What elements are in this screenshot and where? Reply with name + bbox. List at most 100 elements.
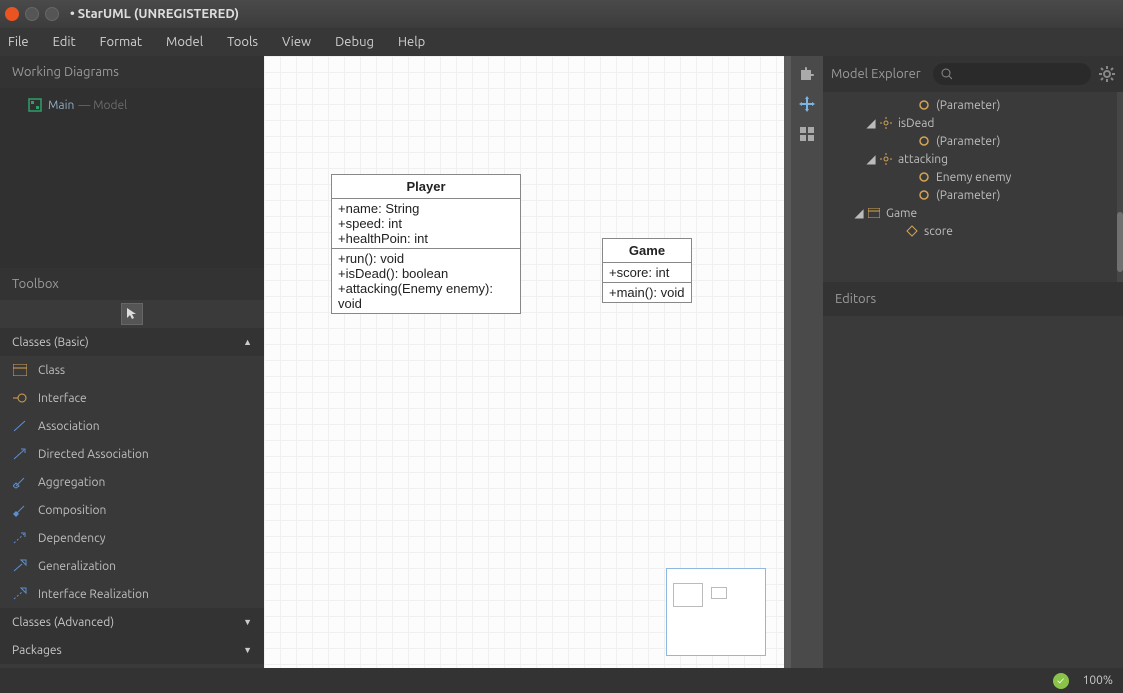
tree-label: attacking xyxy=(898,153,948,166)
tree-node-icon xyxy=(905,224,919,238)
diagram-canvas[interactable]: Player +name: String +speed: int +health… xyxy=(264,56,784,668)
titlebar: • StarUML (UNREGISTERED) xyxy=(0,0,1123,28)
toolbox-section-basic[interactable]: Classes (Basic) ▲ xyxy=(0,328,264,356)
uml-attributes: +name: String +speed: int +healthPoin: i… xyxy=(332,199,520,249)
tree-label: (Parameter) xyxy=(936,189,1000,202)
toolbox-header: Toolbox xyxy=(0,268,264,300)
zoom-level[interactable]: 100% xyxy=(1083,674,1113,687)
status-ok-icon[interactable]: ✓ xyxy=(1053,673,1069,689)
tree-node-icon xyxy=(917,188,931,202)
tree-row[interactable]: ◢ attacking xyxy=(823,150,1123,168)
minimap-shape xyxy=(673,583,703,607)
interface-realization-icon xyxy=(12,586,28,602)
cursor-tool[interactable] xyxy=(121,303,143,325)
tree-label: score xyxy=(924,225,953,238)
toolbox-section-advanced[interactable]: Classes (Advanced) ▼ xyxy=(0,608,264,636)
search-input[interactable] xyxy=(952,67,1083,81)
uml-operations: +main(): void xyxy=(603,283,691,302)
minimap[interactable] xyxy=(666,568,766,656)
navigate-button[interactable] xyxy=(795,92,819,116)
tree-node-icon xyxy=(879,152,893,166)
tree-caret-icon: ◢ xyxy=(865,152,877,166)
tree-node-icon xyxy=(879,116,893,130)
menu-file[interactable]: File xyxy=(8,35,29,49)
generalization-icon xyxy=(12,558,28,574)
left-pane: Working Diagrams Main — Model Toolbox Cl… xyxy=(0,56,264,668)
tree-caret-icon: ◢ xyxy=(853,206,865,220)
association-icon xyxy=(12,418,28,434)
class-icon xyxy=(12,362,28,378)
canvas-area[interactable]: Player +name: String +speed: int +health… xyxy=(264,56,791,668)
dependency-icon xyxy=(12,530,28,546)
tree-row[interactable]: score xyxy=(823,222,1123,240)
tree-node-icon xyxy=(917,170,931,184)
composition-icon xyxy=(12,502,28,518)
toolbox-item-composition[interactable]: Composition xyxy=(0,496,264,524)
uml-class-game[interactable]: Game +score: int +main(): void xyxy=(602,238,692,303)
grid-button[interactable] xyxy=(795,122,819,146)
model-explorer-header-row: Model Explorer xyxy=(823,56,1123,92)
toolbox-item-aggregation[interactable]: Aggregation xyxy=(0,468,264,496)
minimize-icon[interactable] xyxy=(25,7,39,21)
tree-row[interactable]: Enemy enemy xyxy=(823,168,1123,186)
right-pane: Model Explorer (Parameter)◢isDead(Parame… xyxy=(823,56,1123,668)
menu-edit[interactable]: Edit xyxy=(53,35,76,49)
tree-label: isDead xyxy=(898,117,934,130)
menu-tools[interactable]: Tools xyxy=(227,35,258,49)
model-explorer-tree[interactable]: (Parameter)◢isDead(Parameter)◢attackingE… xyxy=(823,92,1123,282)
uml-operations: +run(): void +isDead(): boolean +attacki… xyxy=(332,249,520,313)
tree-row[interactable]: ◢ isDead xyxy=(823,114,1123,132)
toolbox-item-association[interactable]: Association xyxy=(0,412,264,440)
maximize-icon[interactable] xyxy=(45,7,59,21)
menu-model[interactable]: Model xyxy=(166,35,203,49)
scrollbar[interactable] xyxy=(1117,92,1123,282)
search-box[interactable] xyxy=(933,63,1091,85)
move-icon xyxy=(799,96,815,112)
tree-row[interactable]: ◢ Game xyxy=(823,204,1123,222)
menu-view[interactable]: View xyxy=(282,35,311,49)
scrollbar-thumb[interactable] xyxy=(1117,212,1123,272)
toolbox-item-generalization[interactable]: Generalization xyxy=(0,552,264,580)
menu-format[interactable]: Format xyxy=(100,35,142,49)
tree-row[interactable]: (Parameter) xyxy=(823,132,1123,150)
working-diagram-name: Main xyxy=(48,99,74,112)
working-diagrams-list: Main — Model xyxy=(0,88,264,268)
tree-row[interactable]: (Parameter) xyxy=(823,96,1123,114)
chevron-down-icon: ▼ xyxy=(243,617,252,627)
toolbox-item-interface-realization[interactable]: Interface Realization xyxy=(0,580,264,608)
menu-debug[interactable]: Debug xyxy=(335,35,374,49)
model-explorer-title: Model Explorer xyxy=(831,67,921,81)
side-toolbar xyxy=(791,56,823,668)
uml-class-title: Player xyxy=(332,175,520,199)
puzzle-icon xyxy=(799,66,815,82)
tree-label: Game xyxy=(886,207,917,220)
toolbox-item-class[interactable]: Class xyxy=(0,356,264,384)
uml-attributes: +score: int xyxy=(603,263,691,283)
aggregation-icon xyxy=(12,474,28,490)
tree-row[interactable]: (Parameter) xyxy=(823,186,1123,204)
tree-label: (Parameter) xyxy=(936,99,1000,112)
close-icon[interactable] xyxy=(5,7,19,21)
working-diagram-sub: — Model xyxy=(78,99,127,112)
toolbox-item-dependency[interactable]: Dependency xyxy=(0,524,264,552)
editors-header: Editors xyxy=(823,282,1123,316)
search-icon xyxy=(941,68,952,80)
menu-help[interactable]: Help xyxy=(398,35,425,49)
diagram-icon xyxy=(28,98,42,112)
uml-class-title: Game xyxy=(603,239,691,263)
toolbox-section-packages[interactable]: Packages ▼ xyxy=(0,636,264,664)
toolbox-list-basic: Class Interface Association Directed Ass… xyxy=(0,356,264,608)
directed-association-icon xyxy=(12,446,28,462)
tree-node-icon xyxy=(917,98,931,112)
toolbox-item-directed-association[interactable]: Directed Association xyxy=(0,440,264,468)
tree-caret-icon: ◢ xyxy=(865,116,877,130)
window-title: • StarUML (UNREGISTERED) xyxy=(70,7,239,21)
extension-button[interactable] xyxy=(795,62,819,86)
minimap-shape xyxy=(711,587,727,599)
working-diagram-item[interactable]: Main — Model xyxy=(0,94,264,116)
uml-class-player[interactable]: Player +name: String +speed: int +health… xyxy=(331,174,521,314)
gear-icon[interactable] xyxy=(1099,66,1115,82)
toolbox-item-interface[interactable]: Interface xyxy=(0,384,264,412)
working-diagrams-header: Working Diagrams xyxy=(0,56,264,88)
tree-label: (Parameter) xyxy=(936,135,1000,148)
